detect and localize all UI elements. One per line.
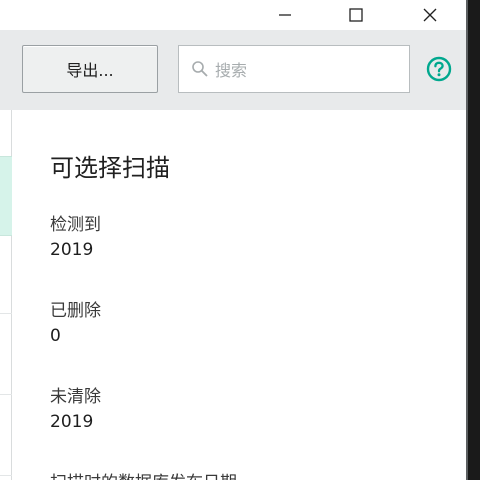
- not-cleaned-label: 未清除: [50, 387, 101, 407]
- results-list-edge: [0, 110, 12, 480]
- minimize-icon: [279, 14, 291, 16]
- not-cleaned-value: 2019: [50, 412, 94, 432]
- toolbar: 导出... 搜索: [0, 30, 466, 110]
- detected-label: 检测到: [50, 215, 101, 235]
- row-divider: [0, 394, 12, 395]
- search-icon: [192, 61, 208, 77]
- app-window: 导出... 搜索 可选择扫描 检测到 2019 已删除 0 未清除 2019 扫…: [0, 0, 480, 480]
- maximize-button[interactable]: [333, 0, 379, 30]
- row-divider: [0, 313, 12, 314]
- export-button[interactable]: 导出...: [22, 45, 158, 93]
- search-placeholder: 搜索: [215, 61, 248, 80]
- window-edge: [466, 0, 480, 480]
- selected-row[interactable]: [0, 156, 12, 236]
- database-date-label: 扫描时的数据库发布日期: [50, 468, 237, 480]
- detected-value: 2019: [50, 240, 94, 260]
- help-icon[interactable]: [426, 56, 452, 82]
- title-bar: [0, 0, 466, 30]
- details-panel: 可选择扫描 检测到 2019 已删除 0 未清除 2019 扫描时的数据库发布日…: [12, 110, 466, 480]
- close-button[interactable]: [407, 0, 453, 30]
- details-title: 可选择扫描: [50, 154, 170, 182]
- row-divider: [0, 475, 12, 476]
- search-input[interactable]: 搜索: [178, 45, 410, 93]
- maximize-icon: [349, 8, 363, 22]
- deleted-label: 已删除: [50, 301, 101, 321]
- deleted-value: 0: [50, 326, 61, 346]
- minimize-button[interactable]: [262, 0, 308, 30]
- close-icon: [423, 8, 437, 22]
